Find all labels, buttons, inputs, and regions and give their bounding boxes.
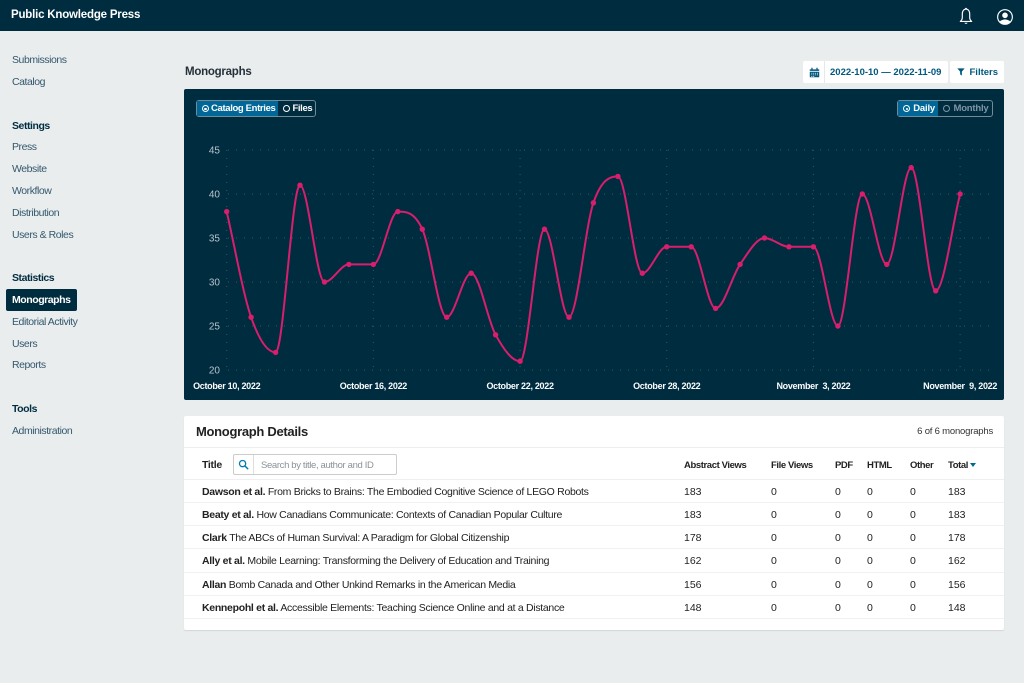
svg-text:25: 25 — [209, 322, 221, 333]
svg-text:20: 20 — [209, 366, 221, 377]
svg-text:November 9, 2022: November 9, 2022 — [923, 381, 997, 391]
svg-text:40: 40 — [209, 190, 221, 201]
svg-text:October 10, 2022: October 10, 2022 — [193, 381, 261, 391]
svg-text:October 22, 2022: October 22, 2022 — [486, 381, 554, 391]
svg-text:35: 35 — [209, 234, 221, 245]
svg-text:October 28, 2022: October 28, 2022 — [633, 381, 701, 391]
svg-text:30: 30 — [209, 278, 221, 289]
svg-text:45: 45 — [209, 146, 221, 157]
svg-text:October 16, 2022: October 16, 2022 — [340, 381, 408, 391]
svg-text:November 3, 2022: November 3, 2022 — [776, 381, 850, 391]
